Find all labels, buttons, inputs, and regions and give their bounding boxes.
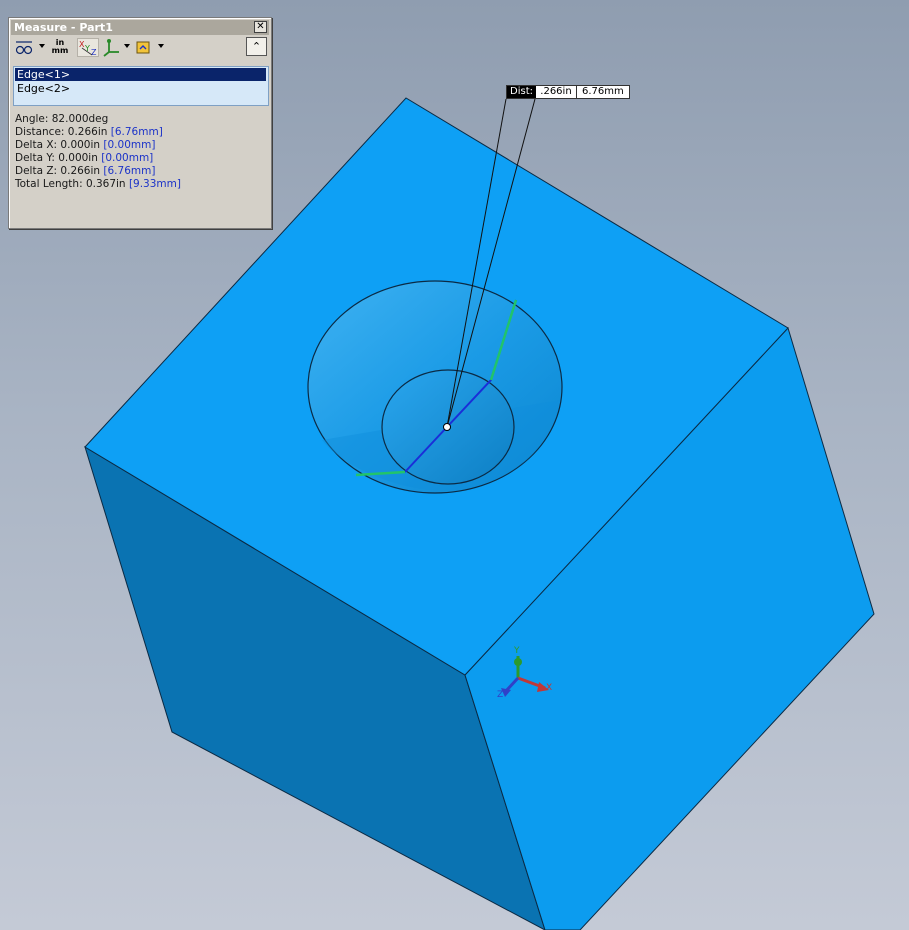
chevron-down-icon[interactable]	[124, 44, 130, 48]
list-item[interactable]: Edge<2>	[15, 82, 266, 95]
triad-x-label: X	[546, 683, 553, 693]
result-distance-mm: [6.76mm]	[110, 126, 163, 138]
dist-label: Dist:	[507, 86, 536, 98]
arc-circle-measurements-icon[interactable]	[14, 38, 34, 57]
result-delta-y-mm: [0.00mm]	[101, 152, 154, 164]
result-delta-z-value: Delta Z: 0.266in	[15, 165, 101, 177]
distance-callout[interactable]: Dist: .266in 6.76mm	[506, 85, 630, 99]
triad-z-label: Z	[497, 690, 504, 700]
result-total-length: Total Length: 0.367in [9.33mm]	[15, 178, 265, 191]
measure-toolbar: in mm X Y Z ⌃	[11, 36, 269, 60]
xyz-measurements-icon[interactable]: X Y Z	[77, 38, 99, 57]
result-total-length-value: Total Length: 0.367in	[15, 178, 126, 190]
result-total-length-mm: [9.33mm]	[128, 178, 181, 190]
list-item[interactable]: Edge<1>	[15, 68, 266, 81]
dist-value-in: .266in	[536, 86, 577, 98]
result-delta-x-value: Delta X: 0.000in	[15, 139, 101, 151]
create-sensor-icon[interactable]	[135, 38, 153, 57]
dialog-titlebar[interactable]: Measure - Part1 ✕	[11, 20, 269, 35]
result-delta-x-mm: [0.00mm]	[103, 139, 156, 151]
units-bottom-label: mm	[51, 46, 69, 55]
close-button[interactable]: ✕	[254, 21, 267, 33]
selection-list[interactable]: Edge<1> Edge<2>	[13, 66, 269, 106]
measure-center-point	[443, 423, 451, 431]
units-precision-icon[interactable]: in mm	[49, 38, 71, 57]
dialog-title: Measure - Part1	[14, 21, 113, 34]
result-distance-value: Distance: 0.266in	[15, 126, 108, 138]
chevron-down-icon[interactable]	[39, 44, 45, 48]
result-angle: Angle: 82.000deg	[15, 113, 109, 125]
chevron-down-icon[interactable]	[158, 44, 164, 48]
result-distance: Distance: 0.266in [6.76mm]	[15, 126, 265, 139]
result-delta-y-value: Delta Y: 0.000in	[15, 152, 98, 164]
triad-y-label: Y	[514, 646, 520, 656]
expand-collapse-button[interactable]: ⌃	[246, 37, 267, 56]
measure-results: Angle: 82.000deg Distance: 0.266in [6.76…	[15, 113, 265, 191]
measure-dialog[interactable]: Measure - Part1 ✕ in mm X Y Z ⌃ Edge<1> …	[8, 17, 272, 229]
result-delta-z: Delta Z: 0.266in [6.76mm]	[15, 165, 265, 178]
result-delta-z-mm: [6.76mm]	[103, 165, 156, 177]
result-delta-x: Delta X: 0.000in [0.00mm]	[15, 139, 265, 152]
point-to-point-icon[interactable]	[103, 38, 121, 57]
result-delta-y: Delta Y: 0.000in [0.00mm]	[15, 152, 265, 165]
dist-value-mm: 6.76mm	[581, 86, 624, 97]
